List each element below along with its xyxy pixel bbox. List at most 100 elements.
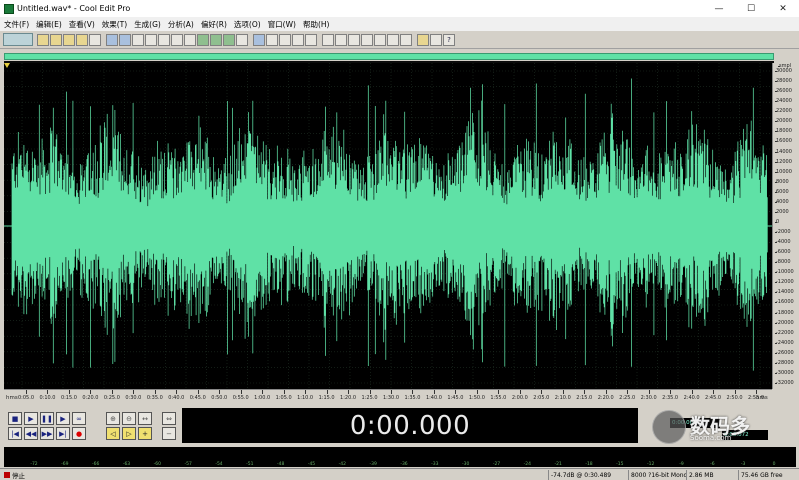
title-bar: Untitled.wav* - Cool Edit Pro — ☐ ✕	[0, 0, 799, 17]
envelope-icon[interactable]	[223, 33, 235, 46]
time-tick-mark	[691, 390, 693, 394]
close-button[interactable]: ✕	[767, 0, 799, 17]
plugin-icon[interactable]	[417, 33, 429, 46]
time-tick-mark	[584, 390, 586, 394]
time-tick-label: 1:00.0	[254, 395, 271, 401]
time-tick-mark	[90, 390, 92, 394]
rewind-button[interactable]: ◀◀	[24, 427, 38, 440]
info-icon[interactable]	[374, 33, 386, 46]
paste-icon[interactable]	[158, 33, 170, 46]
amplitude-tick: -24000	[775, 339, 794, 346]
pause-button[interactable]: ❚❚	[40, 412, 54, 425]
time-tick-mark	[197, 390, 199, 394]
play-button[interactable]: ▶	[24, 412, 38, 425]
overview-bar[interactable]	[4, 53, 774, 60]
time-tick-mark	[283, 390, 285, 394]
menu-analyze[interactable]: 分析(A)	[166, 19, 199, 30]
menu-generate[interactable]: 生成(G)	[132, 19, 166, 30]
menu-effects[interactable]: 效果(T)	[100, 19, 132, 30]
amplitude-tick: -12000	[775, 279, 794, 286]
level-meter-scale: -72 -69 -66 -63 -60 -57 -54 -51 -48 -45 -42 -39 -36-…	[4, 460, 796, 467]
grid-icon[interactable]	[279, 33, 291, 46]
open-append-icon[interactable]	[63, 33, 75, 46]
multitrack-view-toggle[interactable]	[3, 33, 33, 46]
save-icon[interactable]	[76, 33, 88, 46]
amplitude-tick: 18000	[775, 128, 792, 135]
amplitude-tick: -4000	[775, 239, 791, 246]
meter-tick-label: -12	[646, 462, 655, 467]
stop-status-icon	[4, 471, 10, 478]
maximize-button[interactable]: ☐	[735, 0, 767, 17]
mixer-icon[interactable]	[387, 33, 399, 46]
amplitude-tick: -10000	[775, 269, 794, 276]
waveform-trace	[11, 78, 768, 371]
close-file-icon[interactable]	[89, 33, 101, 46]
zoom-left-button[interactable]: ◁	[106, 427, 120, 440]
meter-tick-label: 0	[772, 462, 776, 467]
go-to-start-button[interactable]: |◀	[8, 427, 22, 440]
menu-file[interactable]: 文件(F)	[2, 19, 34, 30]
loop-button[interactable]: ∞	[72, 412, 86, 425]
zoom-selection-button[interactable]: ⇔	[162, 412, 176, 425]
menu-favorites[interactable]: 偏好(R)	[199, 19, 232, 30]
play-to-end-button[interactable]: ▶	[56, 412, 70, 425]
menu-help[interactable]: 帮助(H)	[301, 19, 335, 30]
meter-tick-label: -42	[338, 462, 347, 467]
amplitude-tick: 2000	[775, 208, 789, 215]
playlist-icon[interactable]	[348, 33, 360, 46]
new-file-icon[interactable]	[37, 33, 49, 46]
undo-icon[interactable]	[106, 33, 118, 46]
zoom-right-button[interactable]: ▷	[122, 427, 136, 440]
menu-window[interactable]: 窗口(W)	[266, 19, 301, 30]
zoom-in-vertical-button[interactable]: +	[138, 427, 152, 440]
stop-button[interactable]: ■	[8, 412, 22, 425]
time-tick-mark	[433, 390, 435, 394]
time-tick-label: 2:45.0	[705, 395, 722, 401]
watermark-logo-icon	[652, 410, 686, 444]
zoom-out-horizontal-button[interactable]: ⊖	[122, 412, 136, 425]
waveform-display[interactable]	[4, 63, 772, 389]
cue-list-icon[interactable]	[266, 33, 278, 46]
waveform-view-icon[interactable]	[322, 33, 334, 46]
go-to-end-button[interactable]: ▶|	[56, 427, 70, 440]
amplitude-tick: -14000	[775, 289, 794, 296]
menu-options[interactable]: 选项(O)	[232, 19, 266, 30]
grid2-icon[interactable]	[292, 33, 304, 46]
meter-tick-label: -15	[616, 462, 624, 467]
amplify-icon[interactable]	[210, 33, 222, 46]
zoom-out-vertical-button[interactable]: −	[162, 427, 176, 440]
amplitude-tick: 26000	[775, 88, 792, 95]
spectral-view-icon[interactable]	[335, 33, 347, 46]
level-meter: -72 -69 -66 -63 -60 -57 -54 -51 -48 -45 -42 -39 -36-…	[4, 447, 796, 467]
menu-edit[interactable]: 编辑(E)	[34, 19, 67, 30]
time-tick-label: 0:15.0	[60, 395, 77, 401]
open-file-icon[interactable]	[50, 33, 62, 46]
meter-tick-label: -3	[740, 462, 746, 467]
snap-icon[interactable]	[253, 33, 265, 46]
record-button[interactable]: ●	[72, 427, 86, 440]
repeat-icon[interactable]	[119, 33, 131, 46]
settings-icon[interactable]	[361, 33, 373, 46]
playhead-marker-icon[interactable]	[4, 63, 10, 69]
zoom-full-button[interactable]: ↔	[138, 412, 152, 425]
menu-view[interactable]: 查看(V)	[67, 19, 100, 30]
mix-paste-icon[interactable]	[171, 33, 183, 46]
script-icon[interactable]	[430, 33, 442, 46]
help-icon[interactable]: ?	[443, 33, 455, 46]
trim-icon[interactable]	[184, 33, 196, 46]
noise-reduction-icon[interactable]	[197, 33, 209, 46]
grid3-icon[interactable]	[305, 33, 317, 46]
status-format: 8000 ?16-bit Mono	[628, 470, 687, 480]
cut-icon[interactable]	[132, 33, 144, 46]
time-tick-mark	[412, 390, 414, 394]
fast-forward-button[interactable]: ▶▶	[40, 427, 54, 440]
zoom-in-horizontal-button[interactable]: ⊕	[106, 412, 120, 425]
normalize-icon[interactable]	[236, 33, 248, 46]
copy-icon[interactable]	[145, 33, 157, 46]
amplitude-tick: 20000	[775, 118, 792, 125]
amplitude-tick: -28000	[775, 359, 794, 366]
meter-tick-label: -9	[679, 462, 684, 467]
minimize-button[interactable]: —	[703, 0, 735, 17]
panel-icon[interactable]	[400, 33, 412, 46]
meter-tick-label: -30	[461, 462, 470, 467]
